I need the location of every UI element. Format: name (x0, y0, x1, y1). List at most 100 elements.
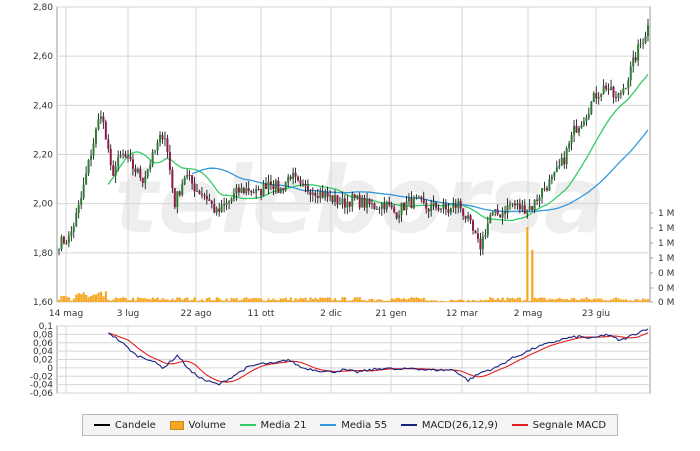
candle-body (555, 167, 558, 173)
volume-bar (439, 300, 443, 302)
volume-bar (299, 297, 302, 302)
candle-body (489, 215, 492, 224)
volume-bar (368, 299, 371, 302)
candle-body (363, 197, 366, 208)
candle-body (112, 165, 115, 176)
candle-body (375, 208, 378, 210)
candle-body (107, 139, 110, 149)
candle-body (144, 176, 147, 183)
x-tick-label: 21 gen (375, 309, 406, 319)
candle-body (67, 235, 70, 244)
volume-bar (647, 299, 650, 302)
volume-bar (412, 297, 416, 302)
candle-body (600, 93, 603, 97)
candle-body (334, 195, 337, 203)
candle-body (543, 188, 546, 190)
candle-body (186, 174, 189, 178)
candle-body (526, 209, 529, 214)
legend-item-macd[interactable]: MACD(26,12,9) (400, 420, 498, 431)
volume-bar (420, 298, 423, 302)
volume-tick-label: 1 M (658, 209, 674, 219)
volume-bar (119, 298, 122, 302)
candle-body (127, 156, 130, 158)
candle-body (232, 193, 235, 199)
volume-bar (282, 298, 285, 302)
volume-bar (67, 297, 71, 302)
volume-bar (324, 298, 327, 302)
x-tick-label: 22 ago (180, 309, 212, 319)
legend-item-volume[interactable]: Volume (169, 420, 226, 431)
price-tick-label: 1,60 (33, 298, 53, 308)
candle-body (220, 204, 223, 212)
candle-body (644, 35, 647, 43)
volume-bar (605, 300, 608, 302)
volume-bar (366, 300, 369, 302)
volume-bar (171, 298, 174, 302)
candle-body (351, 194, 354, 207)
legend-item-segnale-macd[interactable]: Segnale MACD (511, 420, 606, 431)
macd-y-axis: 0,10,080,060,040,020-0,02-0,04-0,06 (30, 322, 54, 399)
candle-body (245, 188, 248, 194)
volume-bar (545, 300, 549, 302)
candle-body (614, 97, 617, 99)
candle-body (75, 212, 78, 227)
volume-bar (289, 297, 292, 302)
candle-body (163, 138, 166, 140)
candle-body (321, 191, 324, 198)
candle-body (94, 129, 97, 144)
candle-body (427, 208, 430, 212)
volume-bar (619, 299, 623, 302)
volume-bar (284, 297, 287, 302)
volume-bar (629, 300, 632, 302)
candle-body (378, 208, 381, 210)
volume-bar (617, 298, 620, 302)
candle-body (324, 192, 327, 198)
candle-body (385, 201, 388, 210)
candle-body (504, 212, 507, 214)
candle-body (523, 205, 526, 214)
candle-body (356, 195, 359, 198)
legend-item-candele[interactable]: Candele (93, 420, 156, 431)
candle-body (191, 175, 194, 184)
volume-bar (521, 300, 524, 302)
volume-bar (590, 299, 593, 302)
volume-bar (205, 298, 209, 302)
volume-bar (486, 299, 490, 302)
legend-item-media21[interactable]: Media 21 (239, 419, 307, 431)
volume-bar (188, 300, 191, 302)
candle-body (437, 207, 440, 210)
legend-item-media55[interactable]: Media 55 (320, 420, 387, 431)
volume-bar (309, 297, 312, 302)
candle-body (156, 142, 159, 151)
candle-body (407, 198, 410, 202)
candle-body (213, 203, 216, 213)
candle-body (610, 86, 613, 90)
volume-bar (380, 300, 384, 302)
volume-bar (208, 297, 211, 302)
chart-stage: teleborsa 2,80 2,60 2,40 2,20 2,00 1,80 1,60 1… (0, 0, 700, 451)
volume-bar (575, 299, 578, 302)
volume-bar (193, 297, 196, 302)
candle-body (319, 191, 322, 199)
volume-bar (489, 297, 492, 302)
volume-bar (149, 299, 152, 302)
candle-body (619, 93, 622, 95)
volume-bar (213, 300, 216, 302)
volume-bar (131, 297, 135, 302)
volume-bar (139, 297, 142, 302)
candle-body (267, 181, 270, 189)
volume-bar (267, 298, 270, 302)
volume-bar (467, 299, 470, 302)
candle-body (538, 197, 541, 201)
x-tick-label: 12 mar (446, 309, 479, 319)
candle-body (87, 159, 90, 174)
volume-bar (543, 297, 546, 302)
legend-label: Media 21 (260, 419, 307, 431)
candle-body (70, 231, 73, 236)
candle-body (597, 96, 600, 99)
volume-bar (602, 300, 605, 302)
volume-bar (375, 299, 379, 302)
candle-body (304, 183, 307, 186)
candle-body (410, 198, 413, 209)
candle-body (287, 176, 290, 183)
